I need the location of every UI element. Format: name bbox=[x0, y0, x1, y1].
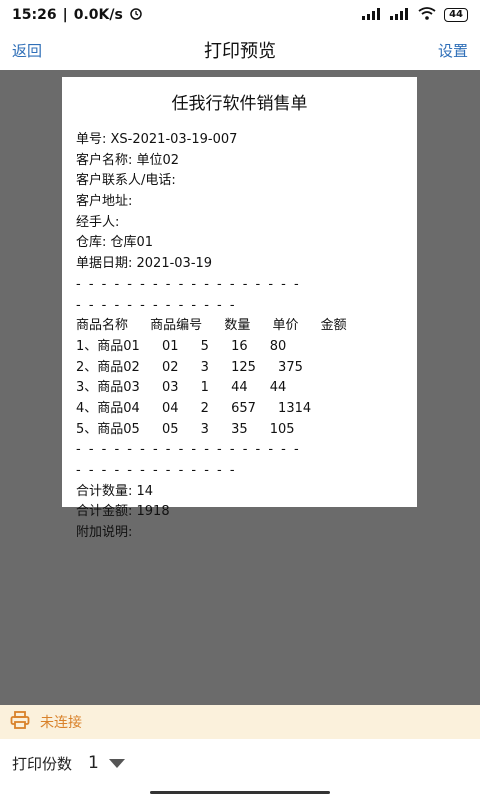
item-qty: 3 bbox=[200, 359, 209, 375]
settings-button[interactable]: 设置 bbox=[438, 40, 468, 61]
item-amount: 44 bbox=[269, 380, 287, 396]
status-left: 15:26 | 0.0K/s bbox=[12, 6, 143, 24]
printer-icon bbox=[10, 711, 30, 733]
connection-status: 未连接 bbox=[40, 715, 82, 731]
divider-line: - - - - - - - - - - - - - - - - - - bbox=[76, 442, 301, 458]
divider-line: - - - - - - - - - - - - - bbox=[76, 297, 237, 313]
item-qty: 1 bbox=[200, 380, 209, 396]
chevron-down-icon[interactable] bbox=[108, 758, 125, 768]
item-amount: 80 bbox=[269, 338, 287, 354]
item-price: 35 bbox=[231, 421, 248, 437]
signal-icon bbox=[362, 7, 382, 23]
table-row: 5、商品05 05 3 35 105 bbox=[76, 420, 403, 441]
table-row: 1、商品01 01 5 16 80 bbox=[76, 337, 403, 358]
nav-bar: 返回 打印预览 设置 bbox=[0, 30, 480, 70]
table-header: 商品名称 商品编号 数量 单价 金额 bbox=[76, 316, 403, 337]
table-row: 2、商品02 02 3 125 375 bbox=[76, 358, 403, 379]
wifi-icon bbox=[418, 7, 436, 23]
total-amount: 合计金额: 1918 bbox=[76, 504, 170, 520]
status-right: 44 bbox=[362, 7, 468, 23]
page-title: 打印预览 bbox=[204, 41, 276, 62]
item-name: 3、商品03 bbox=[76, 380, 140, 396]
order-number: 单号: XS-2021-03-19-007 bbox=[76, 132, 238, 147]
column-header: 金额 bbox=[320, 318, 347, 334]
item-qty: 5 bbox=[200, 338, 209, 354]
item-name: 2、商品02 bbox=[76, 359, 140, 375]
item-price: 44 bbox=[231, 380, 248, 396]
customer-contact: 客户联系人/电话: bbox=[76, 173, 176, 189]
item-name: 1、商品01 bbox=[76, 338, 140, 354]
item-amount: 375 bbox=[278, 359, 303, 375]
separator: | bbox=[62, 7, 68, 23]
table-row: 4、商品04 04 2 657 1314 bbox=[76, 399, 403, 420]
document-date: 单据日期: 2021-03-19 bbox=[76, 256, 213, 272]
item-code: 02 bbox=[161, 359, 179, 375]
alarm-icon bbox=[129, 6, 143, 24]
copies-value[interactable]: 1 bbox=[88, 753, 99, 773]
item-name: 5、商品05 bbox=[76, 421, 140, 437]
copies-label: 打印份数 bbox=[12, 754, 73, 773]
battery-icon: 44 bbox=[444, 8, 468, 22]
column-header: 数量 bbox=[224, 318, 251, 334]
network-speed: 0.0K/s bbox=[73, 7, 123, 23]
item-amount: 1314 bbox=[278, 400, 312, 416]
back-button[interactable]: 返回 bbox=[12, 40, 42, 61]
item-code: 01 bbox=[161, 338, 179, 354]
item-price: 125 bbox=[231, 359, 256, 375]
handler: 经手人: bbox=[76, 214, 120, 230]
column-header: 商品编号 bbox=[150, 318, 203, 334]
receipt-title: 任我行软件销售单 bbox=[171, 94, 308, 114]
home-indicator[interactable] bbox=[150, 791, 330, 794]
column-header: 单价 bbox=[272, 318, 299, 334]
item-name: 4、商品04 bbox=[76, 400, 140, 416]
table-row: 3、商品03 03 1 44 44 bbox=[76, 378, 403, 399]
status-bar: 15:26 | 0.0K/s 44 bbox=[0, 0, 480, 30]
customer-name: 客户名称: 单位02 bbox=[76, 152, 180, 168]
copies-selector[interactable]: 打印份数 1 bbox=[0, 744, 480, 782]
print-preview-paper: 任我行软件销售单 单号: XS-2021-03-19-007 客户名称: 单位0… bbox=[62, 77, 417, 540]
item-amount: 105 bbox=[269, 421, 295, 437]
customer-address: 客户地址: bbox=[76, 194, 133, 210]
item-price: 657 bbox=[231, 400, 256, 416]
item-code: 04 bbox=[161, 400, 179, 416]
item-qty: 3 bbox=[200, 421, 209, 437]
item-qty: 2 bbox=[200, 400, 209, 416]
item-price: 16 bbox=[231, 338, 248, 354]
total-quantity: 合计数量: 14 bbox=[76, 483, 154, 499]
divider-line: - - - - - - - - - - - - - bbox=[76, 463, 237, 478]
signal-icon-2 bbox=[390, 7, 410, 23]
printer-status-bar[interactable]: 未连接 bbox=[0, 705, 480, 739]
clock: 15:26 bbox=[12, 7, 57, 23]
item-code: 05 bbox=[161, 421, 179, 437]
column-header: 商品名称 bbox=[76, 318, 129, 334]
divider-line: - - - - - - - - - - - - - - - - - - bbox=[76, 276, 301, 292]
item-code: 03 bbox=[161, 380, 179, 396]
remarks: 附加说明: bbox=[76, 525, 133, 541]
warehouse: 仓库: 仓库01 bbox=[76, 235, 154, 251]
